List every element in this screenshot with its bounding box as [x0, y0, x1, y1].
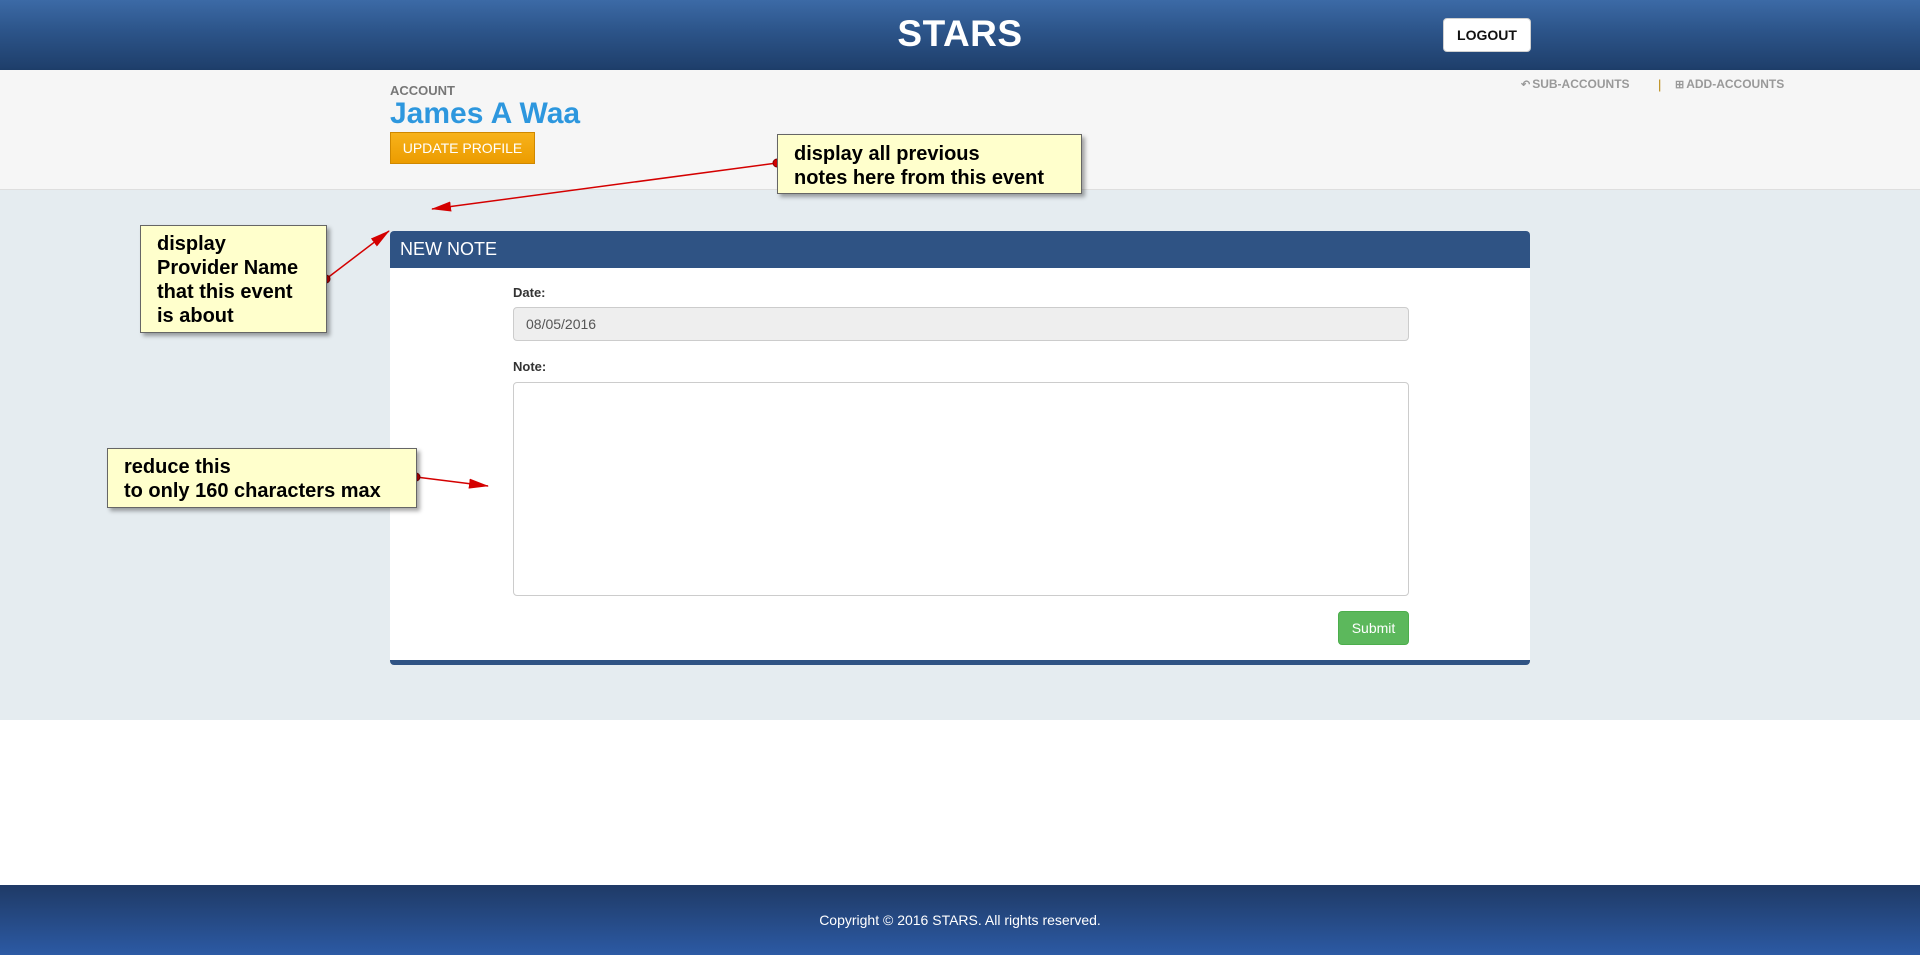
- reply-icon: ↶: [1521, 79, 1531, 91]
- sub-accounts-link[interactable]: ↶ SUB-ACCOUNTS: [1521, 77, 1630, 91]
- footer: Copyright © 2016 STARS. All rights reser…: [0, 885, 1920, 955]
- callout-previous-notes: display all previous notes here from thi…: [777, 134, 1082, 194]
- callout-line: reduce this: [124, 456, 231, 478]
- copyright-text: Copyright © 2016 STARS. All rights reser…: [819, 912, 1101, 928]
- nav-separator: |: [1658, 77, 1662, 92]
- callout-char-limit: reduce this to only 160 characters max: [107, 448, 417, 508]
- account-label: ACCOUNT: [390, 83, 455, 98]
- callout-line: display all previous: [794, 143, 980, 165]
- callout-provider-name: display Provider Name that this event is…: [140, 225, 327, 333]
- callout-line: display: [157, 233, 226, 255]
- note-label: Note:: [513, 359, 547, 374]
- panel-title: NEW NOTE: [390, 231, 1530, 268]
- submit-button[interactable]: Submit: [1338, 611, 1409, 645]
- update-profile-button[interactable]: UPDATE PROFILE: [390, 132, 535, 164]
- callout-line: Provider Name: [157, 257, 299, 279]
- callout-line: notes here from this event: [794, 167, 1045, 189]
- plus-square-icon: ⊞: [1675, 79, 1685, 91]
- logout-button[interactable]: LOGOUT: [1443, 18, 1531, 52]
- note-textarea[interactable]: [513, 382, 1409, 596]
- add-accounts-link[interactable]: ⊞ ADD-ACCOUNTS: [1675, 77, 1784, 91]
- callout-line: is about: [157, 305, 234, 327]
- top-navbar: STARS LOGOUT: [0, 0, 1920, 70]
- callout-line: to only 160 characters max: [124, 480, 381, 502]
- account-name: James A Waa: [390, 97, 581, 130]
- add-accounts-label: ADD-ACCOUNTS: [1686, 77, 1785, 91]
- brand-title: STARS: [897, 13, 1023, 54]
- sub-accounts-label: SUB-ACCOUNTS: [1532, 77, 1630, 91]
- date-field[interactable]: [513, 307, 1409, 341]
- new-note-panel: NEW NOTE Date: Note: Submit: [390, 231, 1530, 665]
- callout-line: that this event: [157, 281, 293, 303]
- date-label: Date:: [513, 285, 546, 300]
